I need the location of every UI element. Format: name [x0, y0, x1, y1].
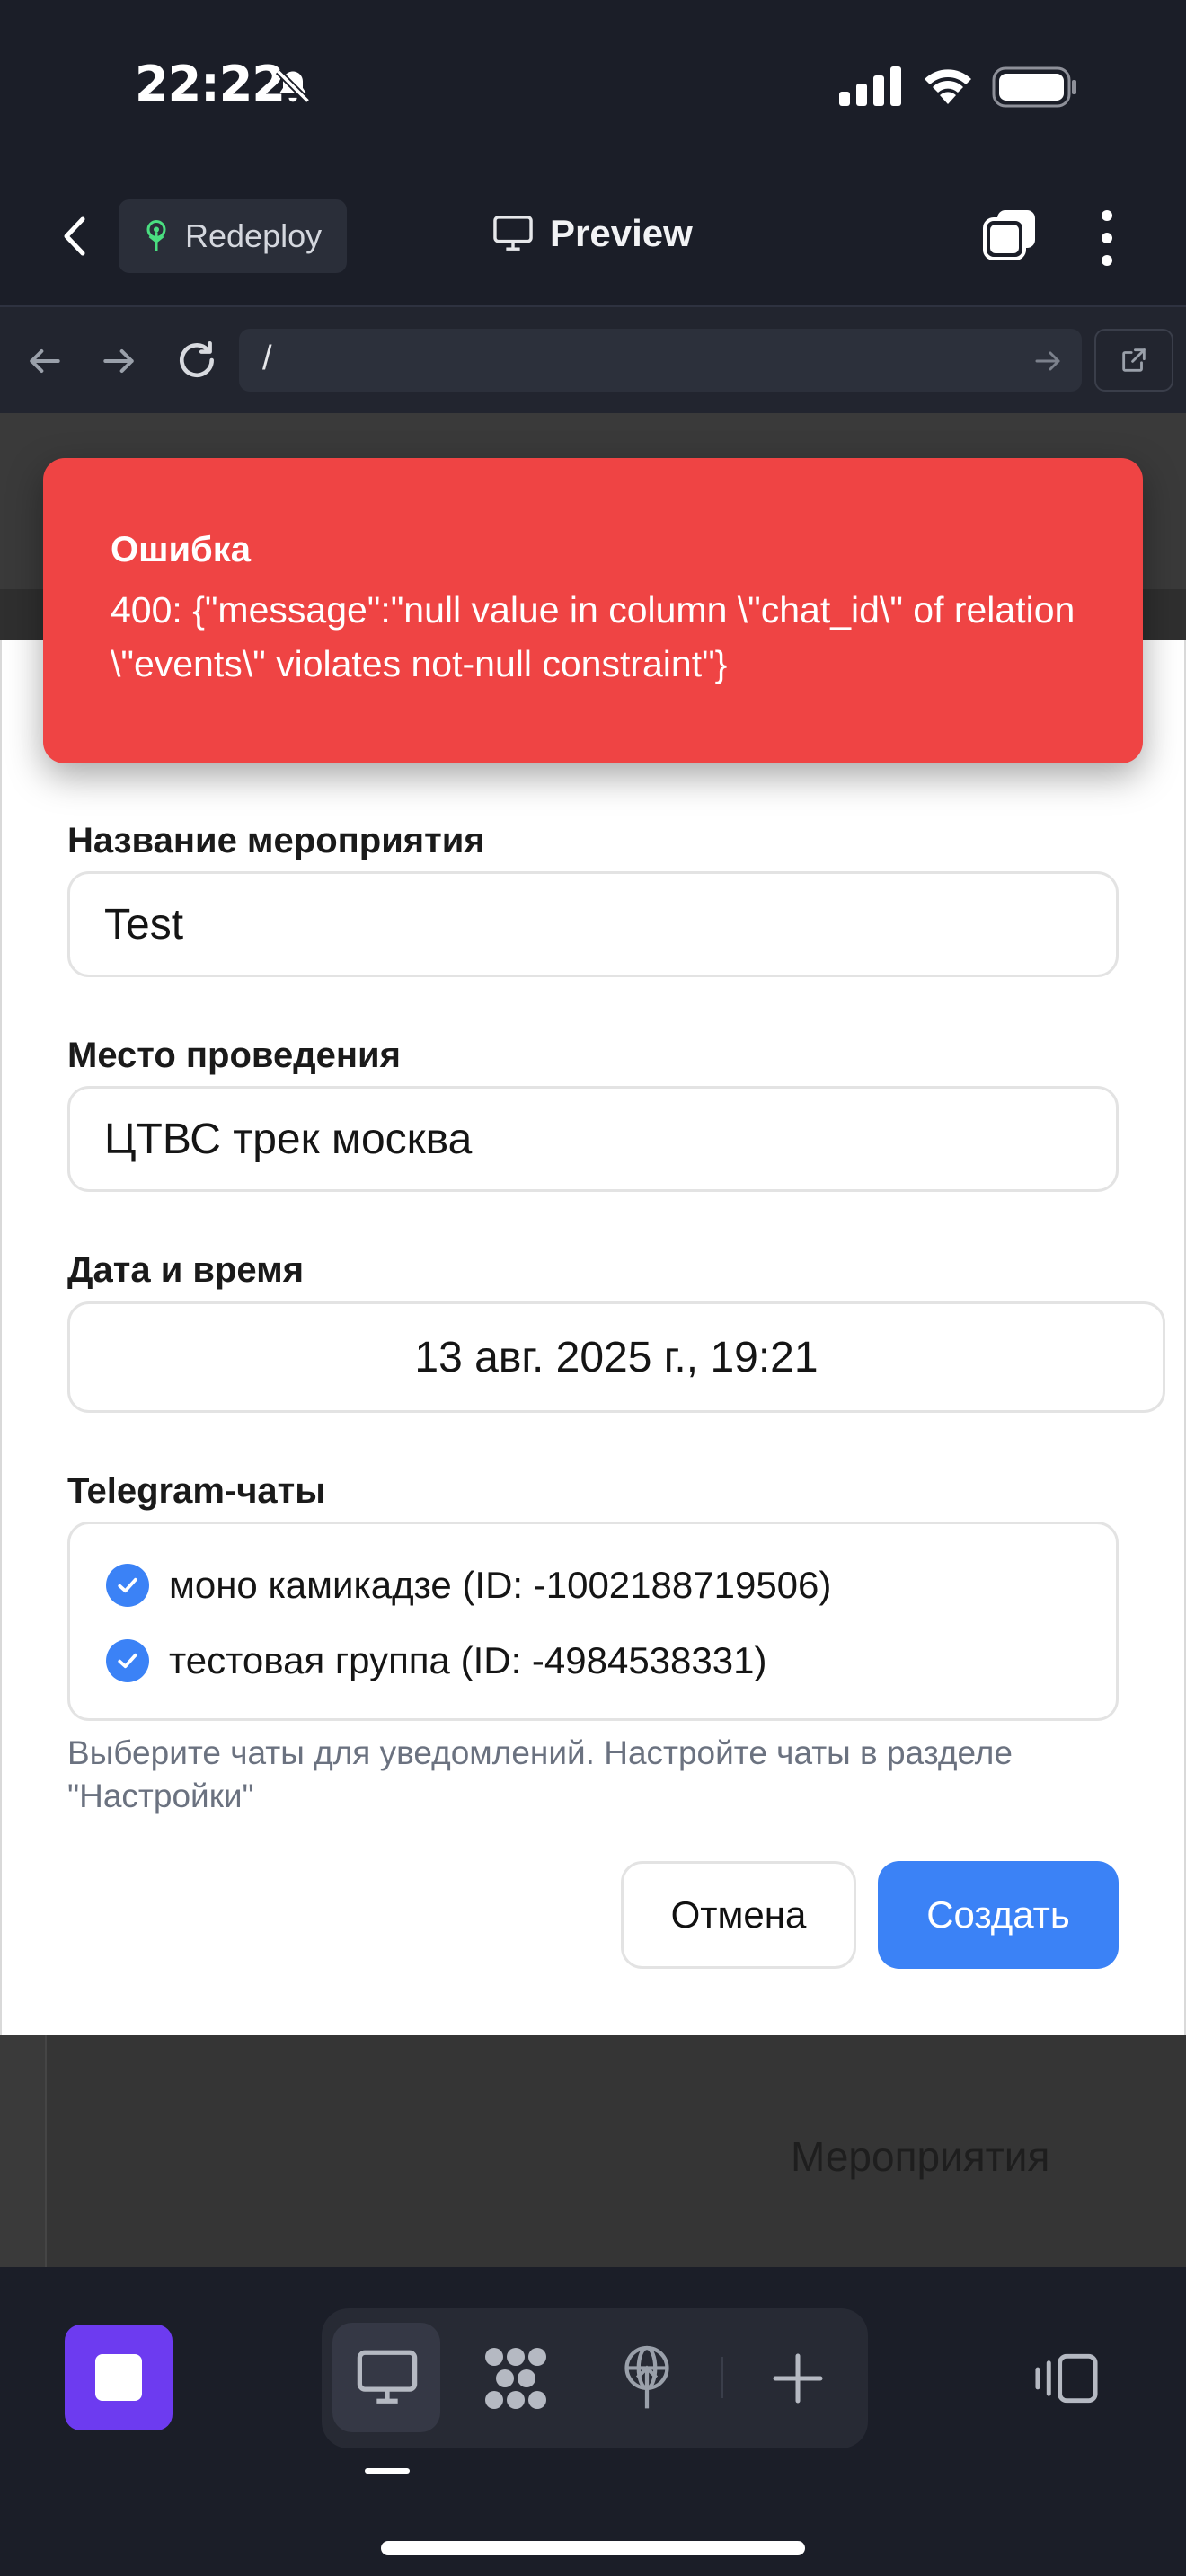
panel-layout-icon[interactable] [1033, 2351, 1100, 2405]
event-datetime-label: Дата и время [67, 1250, 305, 1290]
chat-option-label: моно камикадзе (ID: -1002188719506) [169, 1564, 832, 1606]
error-toast[interactable]: Ошибка 400: {"message":"null value in co… [43, 458, 1143, 763]
wifi-icon [925, 69, 971, 104]
plus-icon[interactable] [771, 2351, 825, 2405]
monitor-icon [493, 216, 533, 251]
checkbox-checked-icon[interactable] [106, 1564, 149, 1607]
preview-label: Preview [550, 212, 693, 254]
go-arrow-icon[interactable] [1031, 345, 1064, 377]
error-toast-title: Ошибка [111, 530, 252, 569]
event-place-label: Место проведения [67, 1036, 401, 1075]
stop-button[interactable] [65, 2325, 173, 2430]
chats-hint-text: Выберите чаты для уведомлений. Настройте… [67, 1734, 1013, 1814]
event-place-input[interactable]: ЦТВС трек москва [67, 1086, 1119, 1192]
url-input[interactable] [239, 329, 1082, 392]
chat-option-label: тестовая группа (ID: -4984538331) [169, 1639, 767, 1681]
agent-nodes-icon[interactable] [480, 2344, 552, 2413]
telegram-chats-list: моно камикадзе (ID: -1002188719506) тест… [67, 1522, 1119, 1721]
redeploy-tree-icon [146, 220, 166, 251]
monitor-icon[interactable] [356, 2348, 419, 2407]
back-chevron-icon[interactable] [56, 212, 93, 260]
event-name-label: Название мероприятия [67, 821, 485, 860]
stop-square-icon [95, 2354, 142, 2401]
url-text: / [262, 340, 272, 377]
more-vertical-icon[interactable] [1093, 208, 1121, 268]
chat-option[interactable]: моно камикадзе (ID: -1002188719506) [106, 1564, 831, 1607]
battery-icon [992, 66, 1076, 108]
arrow-right-icon[interactable] [99, 341, 138, 381]
event-datetime-input[interactable]: 13 авг. 2025 г., 19:21 [67, 1301, 1165, 1413]
active-tab-indicator [365, 2468, 410, 2474]
redeploy-button[interactable]: Redeploy [119, 199, 347, 273]
external-link-icon [1122, 348, 1146, 372]
cancel-button[interactable]: Отмена [621, 1861, 856, 1969]
error-toast-message: 400: {"message":"null value in column \"… [111, 589, 1075, 684]
open-external-button[interactable] [1094, 329, 1173, 392]
tabs-icon[interactable] [981, 207, 1039, 264]
create-button[interactable]: Создать [878, 1861, 1119, 1969]
telegram-chats-label: Telegram-чаты [67, 1471, 326, 1511]
home-indicator[interactable] [381, 2541, 805, 2555]
status-time: 22:22 [135, 56, 286, 112]
cellular-signal-icon [839, 66, 901, 106]
deploy-globe-icon[interactable] [618, 2344, 676, 2411]
preview-title[interactable]: Preview [492, 212, 693, 255]
redeploy-label: Redeploy [185, 217, 323, 254]
event-name-input[interactable]: Test [67, 871, 1119, 977]
dock-divider [721, 2357, 723, 2398]
reload-icon[interactable] [174, 338, 219, 383]
checkbox-checked-icon[interactable] [106, 1639, 149, 1682]
background-page-heading: Мероприятия [791, 2133, 1050, 2180]
chat-option[interactable]: тестовая группа (ID: -4984538331) [106, 1639, 766, 1682]
arrow-left-icon[interactable] [25, 341, 65, 381]
bell-muted-icon [275, 68, 311, 104]
